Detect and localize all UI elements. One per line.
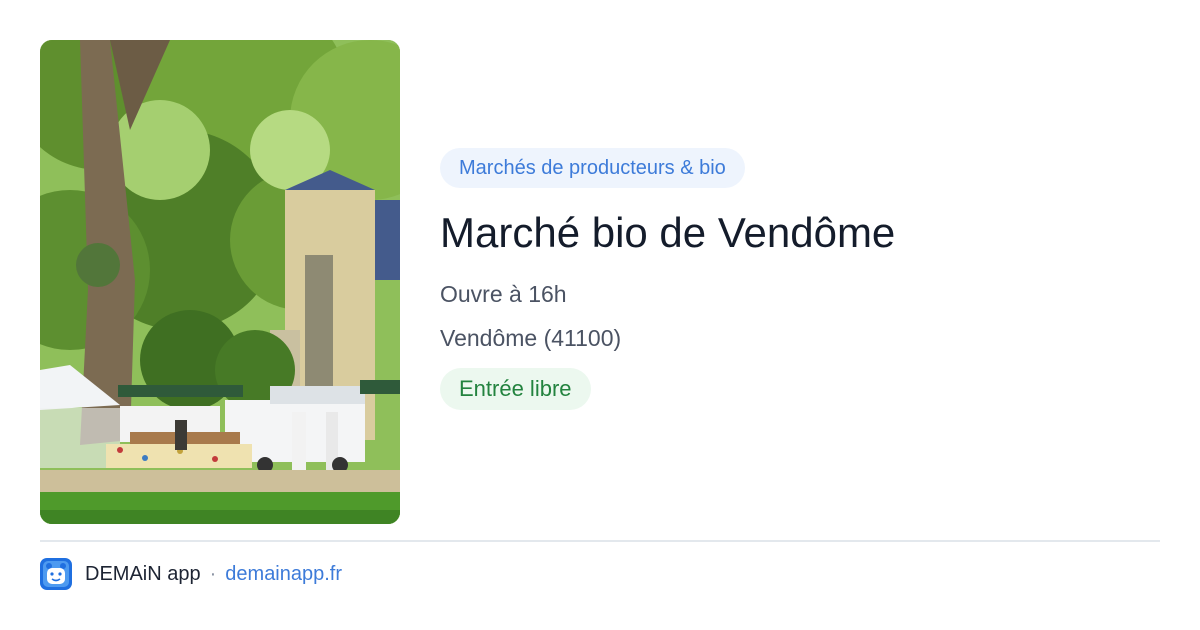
opening-hours: Ouvre à 16h: [440, 281, 567, 307]
demain-app-icon: [40, 558, 72, 590]
website-link[interactable]: demainapp.fr: [225, 563, 342, 586]
market-photo-illustration: [40, 40, 400, 524]
footer-divider: [40, 540, 1160, 542]
access-badge: Entrée libre: [440, 368, 591, 410]
footer-separator: ·: [209, 562, 217, 585]
category-badge[interactable]: Marchés de producteurs & bio: [440, 148, 745, 188]
event-info: Marchés de producteurs & bio Marché bio …: [440, 148, 1160, 410]
event-photo: [40, 40, 400, 524]
event-location: Vendôme (41100): [440, 325, 622, 351]
footer: DEMAiN app · demainapp.fr: [40, 558, 342, 590]
app-name: DEMAiN app: [85, 562, 201, 585]
event-title: Marché bio de Vendôme: [440, 209, 896, 256]
